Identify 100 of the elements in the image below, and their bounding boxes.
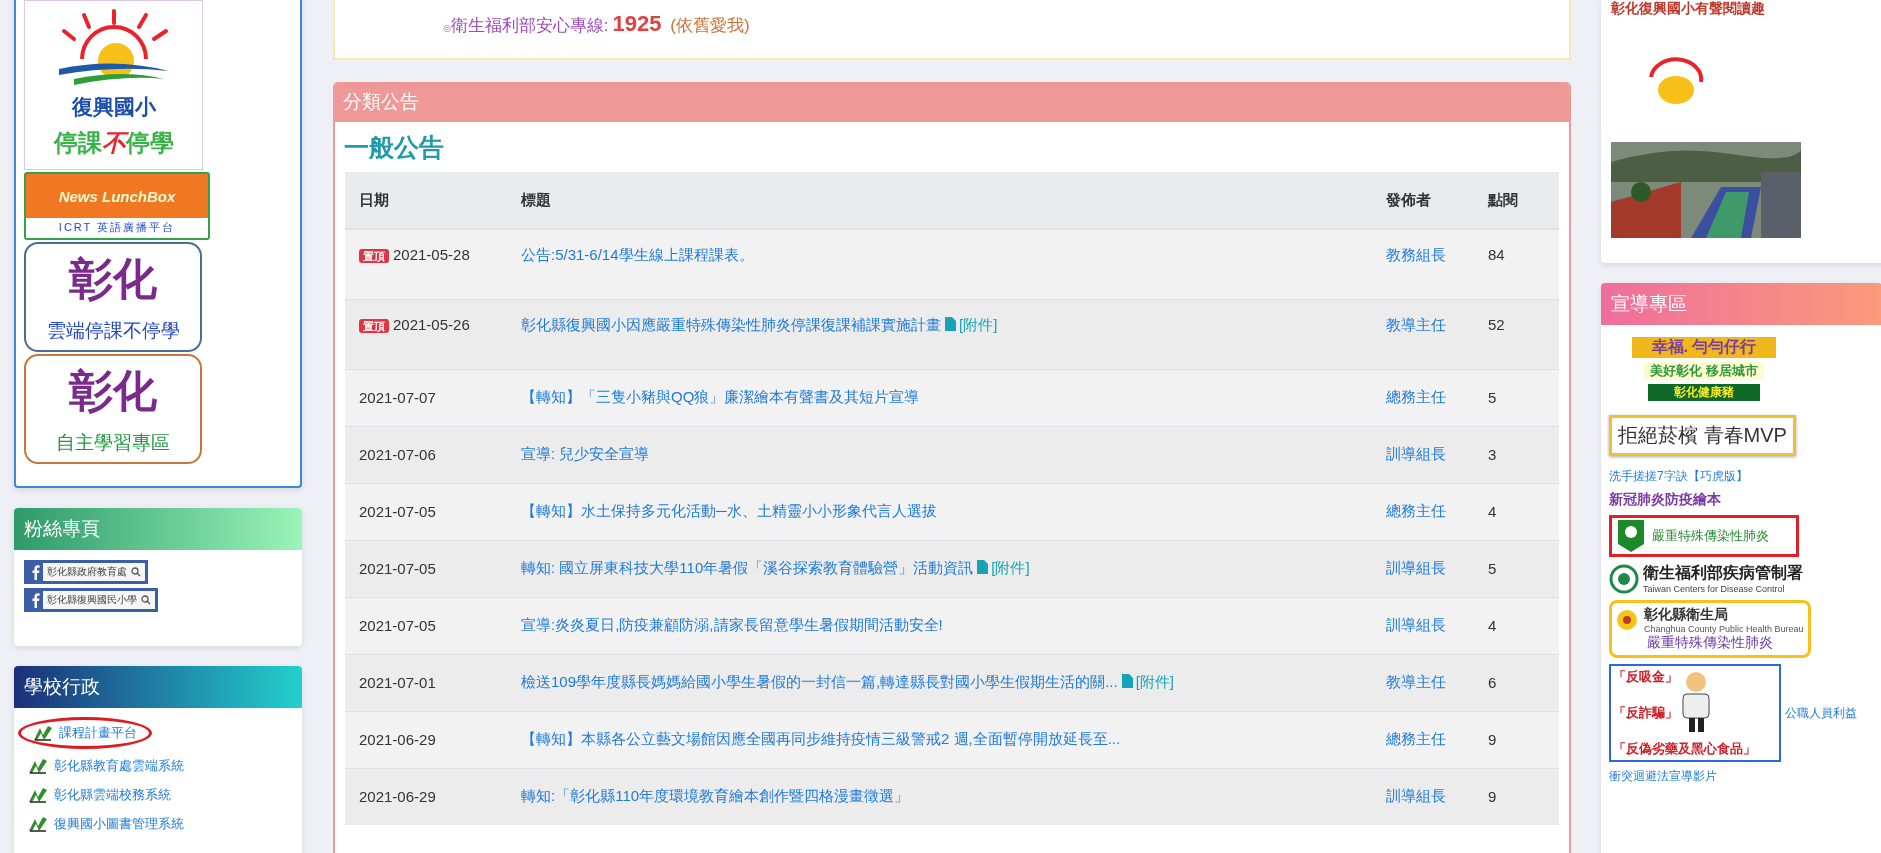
date-text: 2021-06-29 xyxy=(359,788,436,806)
panel-title: 粉絲專頁 xyxy=(24,517,100,541)
announcement-link[interactable]: 檢送109學年度縣長媽媽給國小學生暑假的一封信一篇,轉達縣長對國小學生假期生活的關... xyxy=(521,673,1118,690)
banner-subtitle: ICRT 英語廣播平台 xyxy=(57,220,177,235)
admin-link[interactable]: 復興國小圖書管理系統 xyxy=(54,815,184,833)
search-icon xyxy=(131,567,141,577)
attachment-link[interactable]: [附件] xyxy=(1135,673,1175,690)
announcement-link[interactable]: 宣導: 兒少安全宣導 xyxy=(521,445,650,462)
attachment-link[interactable]: [附件] xyxy=(991,559,1030,576)
date-text: 2021-07-06 xyxy=(359,446,436,463)
date-text: 2021-07-01 xyxy=(359,674,436,691)
banner-title: 彰化 xyxy=(69,364,157,418)
clicks-cell: 9 xyxy=(1487,711,1559,768)
promo-link[interactable]: 衝突迴避法宣導影片 xyxy=(1609,768,1717,785)
facebook-icon xyxy=(27,591,43,609)
virus-icon xyxy=(1618,520,1644,552)
banner-text: 嚴重特殊傳染性肺炎 xyxy=(1652,527,1769,545)
banner-title: 彰化縣衛生局 xyxy=(1644,606,1729,624)
banner-text: 「反詐騙」 xyxy=(1613,704,1678,722)
cdc-banner[interactable]: 衛生福利部疾病管制署 Taiwan Centers for Disease Control xyxy=(1609,563,1803,594)
slogan-banner[interactable]: 幸福. 勻勻仔行 xyxy=(1631,337,1777,358)
date-text: 2021-07-05 xyxy=(359,560,436,577)
clicks-cell: 5 xyxy=(1487,369,1559,426)
video-title: 彰化復興國小有聲閱讀趣 xyxy=(1611,0,1766,18)
announcement-link[interactable]: 【轉知】「三隻小豬與QQ狼」廉潔繪本有聲書及其短片宣導 xyxy=(521,388,920,405)
admin-link[interactable]: 課程計畫平台 xyxy=(59,724,137,742)
health-bureau-banner[interactable]: 彰化縣衛生局 Changhua County Public Health Bureau 嚴重特殊傳染性肺炎 xyxy=(1609,600,1811,658)
announcement-link[interactable]: 【轉知】水土保持多元化活動─水、土精靈小小形象代言人選拔 xyxy=(521,502,937,519)
clicks-cell: 9 xyxy=(1487,768,1559,825)
column-header: 標題 xyxy=(520,172,1385,229)
announcement-link[interactable]: 彰化縣復興國小因應嚴重特殊傳染性肺炎停課復課補課實施計畫 xyxy=(521,315,941,333)
school-banner[interactable]: 復興國小 停課不停學 xyxy=(24,0,203,170)
clicks-cell: 4 xyxy=(1487,597,1559,654)
file-icon xyxy=(1121,674,1133,688)
facebook-page-button[interactable]: 彰化縣復興國民小學 xyxy=(24,588,158,612)
clicks-cell: 5 xyxy=(1487,540,1559,597)
pen-icon xyxy=(28,758,48,774)
file-icon xyxy=(945,316,956,331)
publisher-link[interactable]: 教導主任 xyxy=(1386,673,1446,690)
date-text: 2021-05-28 xyxy=(393,246,470,263)
announcement-link[interactable]: 宣導:炎炎夏日,防疫兼顧防溺,請家長留意學生暑假期間活動安全! xyxy=(521,616,943,633)
category-title: 一般公告 xyxy=(343,132,445,163)
banner-title: 衛生福利部疾病管制署 xyxy=(1643,563,1803,583)
panel-title: 分類公告 xyxy=(343,90,419,114)
column-header: 日期 xyxy=(345,172,520,229)
clicks-cell: 3 xyxy=(1487,426,1559,483)
section-heading: 新冠肺炎防疫繪本 xyxy=(1609,491,1721,509)
publisher-link[interactable]: 總務主任 xyxy=(1386,502,1446,519)
promo-link[interactable]: 公職人員利益 xyxy=(1785,704,1857,722)
banner-text: 「反偽劣藥及黑心食品」 xyxy=(1613,740,1756,758)
banner-text: 「反吸金」 xyxy=(1613,668,1678,686)
announcement-link[interactable]: 轉知:「彰化縣110年度環境教育繪本創作暨四格漫畫徵選」 xyxy=(521,787,910,805)
pinned-badge: 置頂 xyxy=(359,249,389,263)
banner-subtitle: 自主學習專區 xyxy=(56,431,170,455)
anti-fraud-banner[interactable]: 「反吸金」 「反詐騙」 「反偽劣藥及黑心食品」 xyxy=(1609,664,1781,762)
covid-banner[interactable]: 嚴重特殊傳染性肺炎 xyxy=(1609,515,1799,557)
announcement-link[interactable]: 【轉知】本縣各公立藝文場館因應全國再同步維持疫情三級警戒2 週,全面暫停開放延長至... xyxy=(521,730,1121,747)
pinned-badge: 置頂 xyxy=(359,318,389,333)
publisher-link[interactable]: 訓導組長 xyxy=(1386,559,1446,576)
facebook-page-button[interactable]: 彰化縣政府教育處 xyxy=(24,560,148,584)
hotline-text: ◎衛生福利部安心專線: 1925 (依舊愛我) xyxy=(443,11,750,37)
facebook-icon xyxy=(27,563,43,581)
date-text: 2021-06-29 xyxy=(359,731,436,748)
publisher-link[interactable]: 教務組長 xyxy=(1386,246,1446,263)
search-icon xyxy=(141,595,151,605)
attachment-link[interactable]: [附件] xyxy=(959,315,998,333)
slogan-banner[interactable]: 彰化健康豬 xyxy=(1648,384,1760,401)
column-header: 點閱 xyxy=(1487,172,1559,229)
banner-title: News LunchBox xyxy=(26,174,208,218)
promo-link[interactable]: 洗手搓搓7字訣【巧虎版】 xyxy=(1609,468,1748,485)
learning-banner[interactable]: 彰化 雲端停課不停學 xyxy=(24,242,202,352)
campaign-banner[interactable]: 拒絕菸檳 青春MVP xyxy=(1609,415,1796,456)
banner-subtitle: Changhua County Public Health Bureau xyxy=(1644,624,1804,634)
publisher-link[interactable]: 訓導組長 xyxy=(1386,616,1446,633)
admin-link[interactable]: 彰化縣教育處雲端系統 xyxy=(54,757,184,775)
publisher-link[interactable]: 教導主任 xyxy=(1386,315,1446,333)
panel-title: 學校行政 xyxy=(24,675,100,699)
banner-title: 彰化 xyxy=(69,252,157,306)
date-text: 2021-05-26 xyxy=(393,315,470,333)
banner-subtitle: 雲端停課不停學 xyxy=(46,319,180,343)
radio-banner[interactable]: News LunchBox ICRT 英語廣播平台 xyxy=(24,172,210,240)
date-text: 2021-07-05 xyxy=(359,617,436,634)
pen-icon xyxy=(33,725,53,741)
date-text: 2021-07-05 xyxy=(359,503,436,520)
panel-title: 宣導專區 xyxy=(1611,292,1687,316)
flower-icon xyxy=(1616,609,1638,631)
announcement-link[interactable]: 轉知: 國立屏東科技大學110年暑假「溪谷探索教育體驗營」活動資訊 xyxy=(521,559,974,576)
publisher-link[interactable]: 總務主任 xyxy=(1386,730,1446,747)
admin-link[interactable]: 彰化縣雲端校務系統 xyxy=(54,786,171,804)
clicks-cell: 52 xyxy=(1487,299,1559,369)
column-header: 發佈者 xyxy=(1385,172,1487,229)
announcement-link[interactable]: 公告:5/31-6/14學生線上課程課表。 xyxy=(521,246,754,263)
learning-banner[interactable]: 彰化 自主學習專區 xyxy=(24,354,202,464)
publisher-link[interactable]: 訓導組長 xyxy=(1386,787,1446,805)
banner-subtitle: Taiwan Centers for Disease Control xyxy=(1643,584,1786,594)
file-icon xyxy=(977,560,989,574)
school-name: 復興國小 xyxy=(71,94,156,120)
publisher-link[interactable]: 訓導組長 xyxy=(1386,445,1446,462)
publisher-link[interactable]: 總務主任 xyxy=(1386,388,1446,405)
slogan-banner[interactable]: 美好彰化 移居城市 xyxy=(1644,362,1764,380)
